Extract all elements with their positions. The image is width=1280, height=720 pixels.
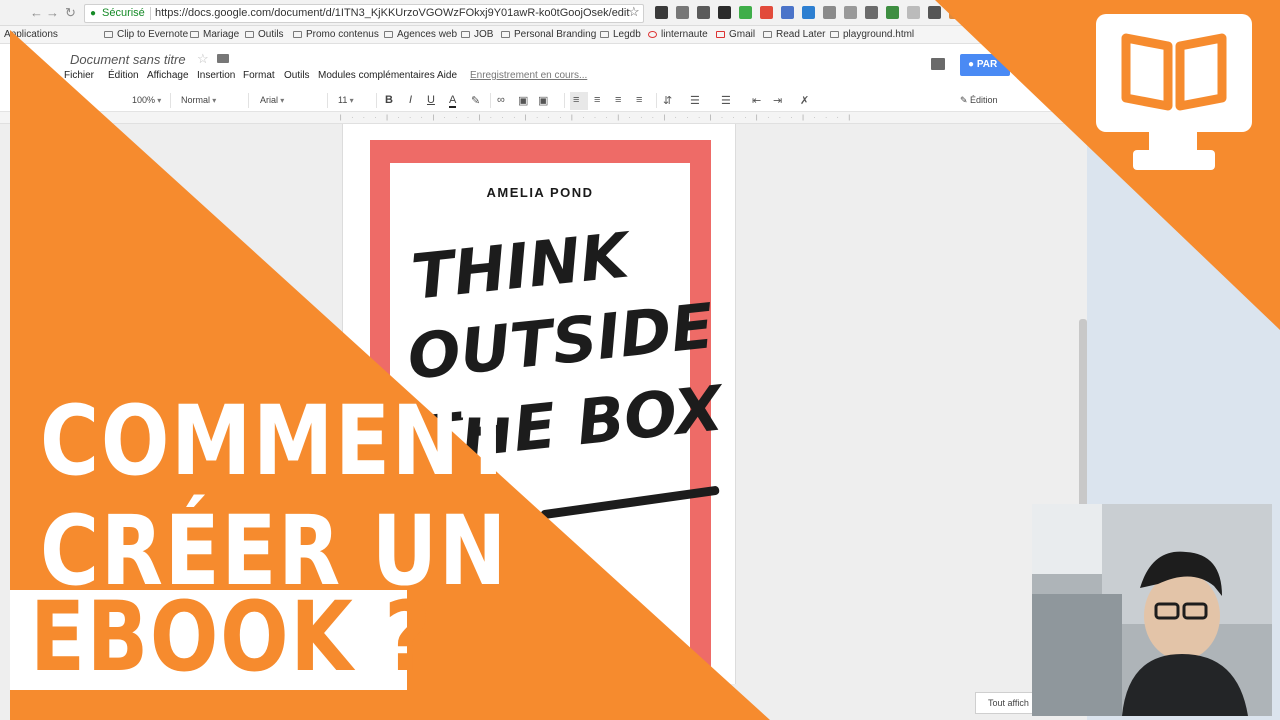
webcam-video [1032,504,1272,716]
headline-line-3: EBOOK ? [30,581,433,693]
headline-line-1: COMMENT [40,385,518,497]
monitor-base-icon [1133,150,1215,170]
presenter-image [1032,504,1272,716]
open-book-icon [1121,33,1227,111]
ebook-logo [1096,14,1252,132]
